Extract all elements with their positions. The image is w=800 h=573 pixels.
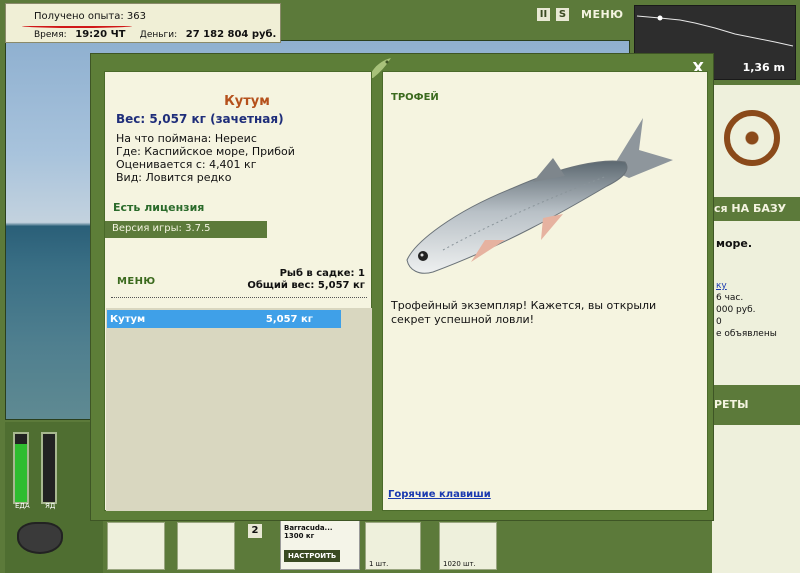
go-to-base-button[interactable]: ся НА БАЗУ [712,197,800,221]
info-line-2: 6 час. [716,293,744,303]
list-item[interactable]: Кутум 5,057 кг [107,310,341,328]
info-line-3: 000 руб. [716,305,756,315]
bucket-slot[interactable] [177,522,235,570]
hotkeys-link[interactable]: Горячие клавиши [388,489,491,500]
time-label: Время: [34,30,67,40]
tackle-name: Barracuda... [284,524,333,532]
fish-count: Рыб в садке: 1 [279,268,365,279]
hook-slot[interactable]: 1 шт. [365,522,421,570]
money-label: Деньги: [139,30,178,40]
catch-fish-name: Кутум [110,313,146,325]
top-controls: II S МЕНЮ [537,8,624,21]
bait-count: 1020 шт. [443,560,476,568]
total-weight: Общий вес: 5,057 кг [247,280,365,291]
fish-image [406,118,673,274]
ship-wheel-icon[interactable] [724,110,780,166]
cauldron-icon[interactable] [17,522,63,554]
money-value: 27 182 804 руб. [185,29,277,40]
sound-toggle-button[interactable]: S [556,8,569,21]
poison-label: ЯД [45,502,56,510]
catch-info-pane: Кутум Вес: 5,057 кг (зачетная) На что по… [104,71,372,511]
keepnet-list: Кутум 5,057 кг [106,308,372,511]
food-gauge [13,432,29,504]
keepnet-summary: Рыб в садке: 1 Общий вес: 5,057 кг [247,268,365,292]
license-status: Есть лицензия [113,201,205,214]
catch-dialog: X Кутум Вес: 5,057 кг (зачетная) На что … [90,53,714,521]
bait-slot[interactable]: 1020 шт. [439,522,497,570]
experience-text: Получено опыта: 363 [34,11,146,22]
catch-fish-weight: 5,057 кг [265,313,313,325]
time-value: 19:20 ЧТ [75,29,126,40]
info-line-5: е объявлены [716,329,777,339]
groundbait-slot[interactable] [107,522,165,570]
hook-count: 1 шт. [369,560,389,568]
tackle-weight: 1300 кг [284,532,315,540]
time-money-row: Время: 19:20 ЧТ Деньги: 27 182 804 руб. [34,29,276,40]
dialog-menu-button[interactable]: МЕНЮ [117,276,156,287]
secrets-button[interactable]: РЕТЫ [712,385,800,425]
food-label: ЕДА [15,502,30,510]
trophy-pane: ТРОФЕЙ Трофейный экземпляр! Кажется, вы … [382,71,708,511]
location-text: Где: Каспийское море, Прибой [116,145,295,158]
sea-text: море. [716,237,753,250]
food-level [15,444,27,502]
player-state-panel: ЕДА ЯД [5,422,103,573]
trophy-message: Трофейный экземпляр! Кажется, вы открыли… [391,299,657,326]
fish-weight: Вес: 5,057 кг (зачетная) [116,112,284,126]
red-underline [22,24,132,28]
tackle-card: Barracuda... 1300 кг НАСТРОИТЬ [280,520,360,570]
fish-name: Кутум [224,94,270,109]
catch-details: На что поймана: Нереис Где: Каспийское м… [105,132,371,184]
status-panel: Получено опыта: 363 Время: 19:20 ЧТ День… [5,3,281,43]
setup-button[interactable]: НАСТРОИТЬ [284,550,341,562]
valued-from-text: Оценивается с: 4,401 кг [116,158,257,171]
caught-on-text: На что поймана: Нереис [116,132,257,145]
rod-slot-number[interactable]: 2 [248,524,262,538]
poison-gauge [41,432,57,504]
species-rarity-text: Вид: Ловится редко [116,171,232,184]
divider [111,297,367,298]
info-line-4: 0 [716,317,722,327]
main-menu-button[interactable]: МЕНЮ [581,8,624,21]
game-version: Версия игры: 3.7.5 [105,221,267,238]
depth-value: 1,36 m [742,61,785,74]
bottom-toolbar: 2 Barracuda... 1300 кг НАСТРОИТЬ 1 шт. 1… [103,520,503,573]
info-link[interactable]: ку [716,281,727,291]
pause-icon[interactable]: II [537,8,550,21]
